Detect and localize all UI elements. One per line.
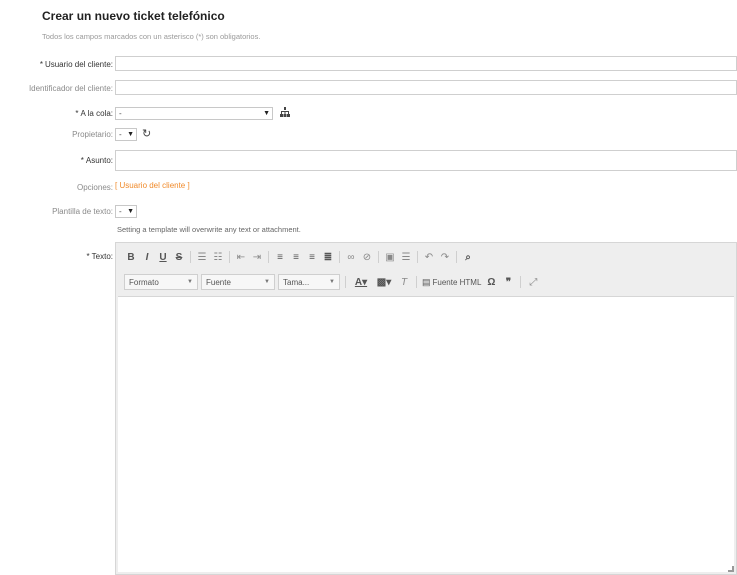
chevron-down-icon: ▼	[264, 279, 270, 285]
refresh-icon[interactable]: ↻	[142, 128, 151, 141]
queue-tree-icon[interactable]	[280, 107, 290, 121]
align-justify-icon[interactable]: ≣	[321, 249, 335, 265]
text-color-icon[interactable]: A▾	[351, 274, 371, 290]
underline-icon[interactable]: U	[156, 249, 170, 265]
search-icon[interactable]: ⌕	[461, 249, 475, 265]
queue-label: * A la cola:	[75, 109, 113, 118]
blockquote-icon[interactable]: ❞	[501, 274, 515, 290]
chevron-down-icon: ▼	[329, 279, 335, 285]
align-center-icon[interactable]: ≡	[289, 249, 303, 265]
unlink-icon[interactable]: ⊘	[360, 249, 374, 265]
required-marker: *	[39, 60, 43, 69]
indent-icon[interactable]: ⇥	[250, 249, 264, 265]
chevron-down-icon: ▼	[127, 208, 134, 215]
bold-icon[interactable]: B	[124, 249, 138, 265]
customer-id-label: Identificador del cliente:	[28, 84, 113, 93]
undo-icon[interactable]: ↶	[422, 249, 436, 265]
align-right-icon[interactable]: ≡	[305, 249, 319, 265]
numbered-list-icon[interactable]: ☰	[195, 249, 209, 265]
size-combo[interactable]: Tama... ▼	[278, 274, 340, 290]
owner-select[interactable]: - ▼	[115, 128, 137, 141]
chevron-down-icon: ▼	[187, 279, 193, 285]
editor-content-area[interactable]	[118, 296, 734, 572]
subject-input[interactable]	[115, 150, 737, 171]
remove-format-icon[interactable]: T	[397, 274, 411, 290]
maximize-icon[interactable]: ⤢	[526, 274, 540, 290]
document-icon: ▤	[422, 276, 431, 287]
toolbar-separator	[339, 251, 340, 263]
strikethrough-icon[interactable]: S	[172, 249, 186, 265]
chevron-down-icon: ▼	[263, 110, 270, 117]
link-icon[interactable]: ∞	[344, 249, 358, 265]
special-char-icon[interactable]: Ω	[484, 274, 498, 290]
source-html-button[interactable]: ▤ Fuente HTML	[422, 274, 481, 290]
background-color-icon[interactable]: ▩▾	[374, 274, 394, 290]
resize-handle-icon[interactable]	[728, 566, 734, 572]
customer-id-input[interactable]	[115, 80, 737, 95]
align-left-icon[interactable]: ≡	[273, 249, 287, 265]
text-label: * Texto:	[86, 252, 113, 261]
toolbar-separator	[229, 251, 230, 263]
toolbar-separator	[417, 251, 418, 263]
chevron-down-icon: ▼	[127, 131, 134, 138]
template-help-text: Setting a template will overwrite any te…	[117, 225, 301, 234]
image-icon[interactable]: ▣	[383, 249, 397, 265]
queue-select[interactable]: - ▼	[115, 107, 273, 120]
italic-icon[interactable]: I	[140, 249, 154, 265]
toolbar-separator	[268, 251, 269, 263]
toolbar-separator	[378, 251, 379, 263]
toolbar-separator	[345, 276, 346, 288]
template-select[interactable]: - ▼	[115, 205, 137, 218]
customer-user-input[interactable]	[115, 56, 737, 71]
toolbar-separator	[456, 251, 457, 263]
toolbar-separator	[520, 276, 522, 288]
owner-label: Propietario:	[72, 130, 113, 139]
format-combo[interactable]: Formato ▼	[124, 274, 198, 290]
page-title: Crear un nuevo ticket telefónico	[42, 9, 225, 23]
required-fields-note: Todos los campos marcados con un asteris…	[42, 32, 261, 41]
subject-label: * Asunto:	[80, 156, 113, 165]
horizontal-rule-icon[interactable]: ☰	[399, 249, 413, 265]
font-combo[interactable]: Fuente ▼	[201, 274, 275, 290]
editor-toolbar-row-1: B I U S ☰ ☷ ⇤ ⇥ ≡ ≡ ≡ ≣ ∞ ⊘ ▣ ☰ ↶ ↷ ⌕	[124, 248, 475, 266]
outdent-icon[interactable]: ⇤	[234, 249, 248, 265]
toolbar-separator	[190, 251, 191, 263]
editor-toolbar-row-2: Formato ▼ Fuente ▼ Tama... ▼ A▾ ▩▾ T ▤ Fuent…	[124, 273, 540, 291]
bulleted-list-icon[interactable]: ☷	[211, 249, 225, 265]
redo-icon[interactable]: ↷	[438, 249, 452, 265]
rich-text-editor: B I U S ☰ ☷ ⇤ ⇥ ≡ ≡ ≡ ≣ ∞ ⊘ ▣ ☰ ↶ ↷ ⌕ Fo…	[115, 242, 737, 575]
customer-user-option-link[interactable]: [ Usuario del cliente ]	[115, 181, 190, 190]
toolbar-separator	[416, 276, 417, 288]
customer-user-label: * Usuario del cliente:	[39, 60, 113, 69]
template-label: Plantilla de texto:	[52, 207, 113, 216]
options-label: Opciones:	[76, 183, 113, 192]
